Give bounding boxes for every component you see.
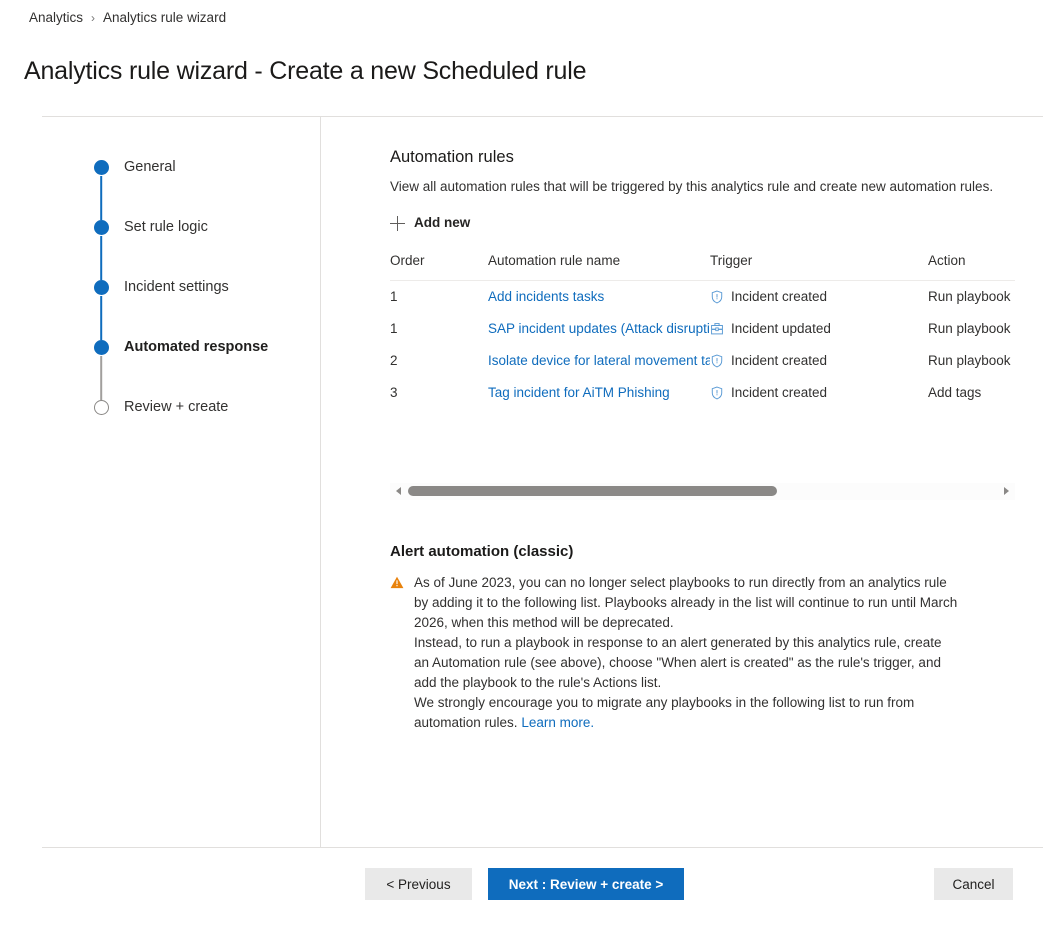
cell-action: Run playbook — [928, 280, 1015, 313]
wizard-step-rail: General Set rule logic Incident settings… — [90, 157, 310, 427]
breadcrumb-item-analytics[interactable]: Analytics — [29, 9, 83, 27]
automation-rule-link[interactable]: Tag incident for AiTM Phishing — [488, 385, 710, 400]
scroll-left-arrow-icon[interactable] — [390, 483, 407, 500]
cell-name: Add incidents tasks — [488, 280, 710, 313]
learn-more-link[interactable]: Learn more. — [521, 715, 594, 730]
cell-trigger: Incident created — [710, 345, 928, 377]
wizard-frame: General Set rule logic Incident settings… — [42, 116, 1043, 848]
breadcrumb-separator-icon: › — [91, 9, 95, 27]
warning-paragraph-2: Instead, to run a playbook in response t… — [414, 633, 959, 693]
sidebar-item-general[interactable]: General — [90, 157, 310, 217]
step-dot-pending-icon — [94, 400, 109, 415]
trigger-label: Incident created — [731, 384, 827, 402]
cell-name: SAP incident updates (Attack disruption) — [488, 313, 710, 345]
warning-triangle-icon — [390, 573, 405, 733]
automation-rule-link[interactable]: Add incidents tasks — [488, 289, 710, 304]
step-dot-complete-icon — [94, 160, 109, 175]
breadcrumb: Analytics › Analytics rule wizard — [29, 9, 226, 27]
trigger-label: Incident updated — [731, 320, 831, 338]
shield-alert-icon — [710, 290, 724, 304]
table-horizontal-scrollbar[interactable] — [390, 483, 1015, 500]
sidebar-item-set-rule-logic[interactable]: Set rule logic — [90, 217, 310, 277]
table-row[interactable]: 2 Isolate device for lateral movement ta… — [390, 345, 1015, 377]
step-connector — [100, 296, 102, 340]
column-header-name[interactable]: Automation rule name — [488, 253, 710, 281]
sidebar-item-review-create[interactable]: Review + create — [90, 397, 310, 427]
automation-rule-link[interactable]: SAP incident updates (Attack disruption) — [488, 321, 710, 336]
cell-action: Run playbook — [928, 345, 1015, 377]
cell-name: Isolate device for lateral movement tact… — [488, 345, 710, 377]
step-marker-review-create — [90, 397, 112, 415]
add-new-button[interactable]: Add new — [390, 214, 470, 232]
cell-order: 1 — [390, 280, 488, 313]
step-connector — [100, 236, 102, 280]
step-marker-set-rule-logic — [90, 217, 112, 235]
column-header-trigger[interactable]: Trigger — [710, 253, 928, 281]
cell-order: 2 — [390, 345, 488, 377]
cell-trigger: Incident created — [710, 280, 928, 313]
table-row[interactable]: 3 Tag incident for AiTM Phishing — [390, 377, 1015, 409]
step-marker-general — [90, 157, 112, 175]
alert-automation-warning-text: As of June 2023, you can no longer selec… — [414, 573, 959, 733]
sidebar-item-label: Automated response — [124, 337, 268, 357]
column-header-order[interactable]: Order — [390, 253, 488, 281]
table-header-row: Order Automation rule name Trigger Actio… — [390, 253, 1015, 281]
warning-paragraph-1: As of June 2023, you can no longer selec… — [414, 573, 959, 633]
page-title: Analytics rule wizard - Create a new Sch… — [24, 54, 586, 88]
automation-rules-description: View all automation rules that will be t… — [390, 177, 1015, 196]
cell-name: Tag incident for AiTM Phishing — [488, 377, 710, 409]
trigger-label: Incident created — [731, 288, 827, 306]
step-marker-automated-response — [90, 337, 112, 355]
scrollbar-track[interactable] — [407, 483, 998, 500]
sidebar-item-automated-response[interactable]: Automated response — [90, 337, 310, 397]
step-dot-complete-icon — [94, 280, 109, 295]
column-header-action[interactable]: Action — [928, 253, 1015, 281]
cancel-button[interactable]: Cancel — [934, 868, 1013, 900]
scroll-right-arrow-icon[interactable] — [998, 483, 1015, 500]
step-marker-incident-settings — [90, 277, 112, 295]
alert-automation-warning: As of June 2023, you can no longer selec… — [390, 573, 1015, 733]
trigger-label: Incident created — [731, 352, 827, 370]
sidebar-item-label: Incident settings — [124, 277, 229, 297]
main-panel: Automation rules View all automation rul… — [390, 146, 1015, 733]
briefcase-icon — [710, 322, 724, 336]
step-connector — [100, 176, 102, 220]
cell-action: Run playbook — [928, 313, 1015, 345]
cell-order: 3 — [390, 377, 488, 409]
breadcrumb-item-wizard[interactable]: Analytics rule wizard — [103, 9, 226, 27]
wizard-vertical-divider — [320, 117, 321, 848]
cell-trigger: Incident created — [710, 377, 928, 409]
alert-automation-section: Alert automation (classic) As of June 20… — [390, 541, 1015, 733]
automation-rules-heading: Automation rules — [390, 146, 1015, 168]
automation-rules-table: Order Automation rule name Trigger Actio… — [390, 253, 1015, 409]
cell-action: Add tags — [928, 377, 1015, 409]
scrollbar-thumb[interactable] — [408, 486, 777, 496]
cell-trigger: Incident updated — [710, 313, 928, 345]
previous-button[interactable]: < Previous — [365, 868, 472, 900]
automation-rules-table-wrap: Order Automation rule name Trigger Actio… — [390, 253, 1015, 409]
step-dot-active-icon — [94, 340, 109, 355]
warning-paragraph-3: We strongly encourage you to migrate any… — [414, 693, 959, 733]
next-review-create-button[interactable]: Next : Review + create > — [488, 868, 684, 900]
step-connector — [100, 356, 102, 400]
alert-automation-heading: Alert automation (classic) — [390, 541, 1015, 563]
add-new-label: Add new — [414, 214, 470, 232]
table-row[interactable]: 1 Add incidents tasks Inc — [390, 280, 1015, 313]
sidebar-item-incident-settings[interactable]: Incident settings — [90, 277, 310, 337]
cell-order: 1 — [390, 313, 488, 345]
automation-rule-link[interactable]: Isolate device for lateral movement tact… — [488, 353, 710, 368]
sidebar-item-label: Set rule logic — [124, 217, 208, 237]
warning-paragraph-3-text: We strongly encourage you to migrate any… — [414, 695, 914, 730]
sidebar-item-label: Review + create — [124, 397, 228, 417]
shield-alert-icon — [710, 354, 724, 368]
sidebar-item-label: General — [124, 157, 176, 177]
step-dot-complete-icon — [94, 220, 109, 235]
shield-alert-icon — [710, 386, 724, 400]
table-row[interactable]: 1 SAP incident updates (Attack disruptio… — [390, 313, 1015, 345]
plus-icon — [390, 216, 405, 231]
